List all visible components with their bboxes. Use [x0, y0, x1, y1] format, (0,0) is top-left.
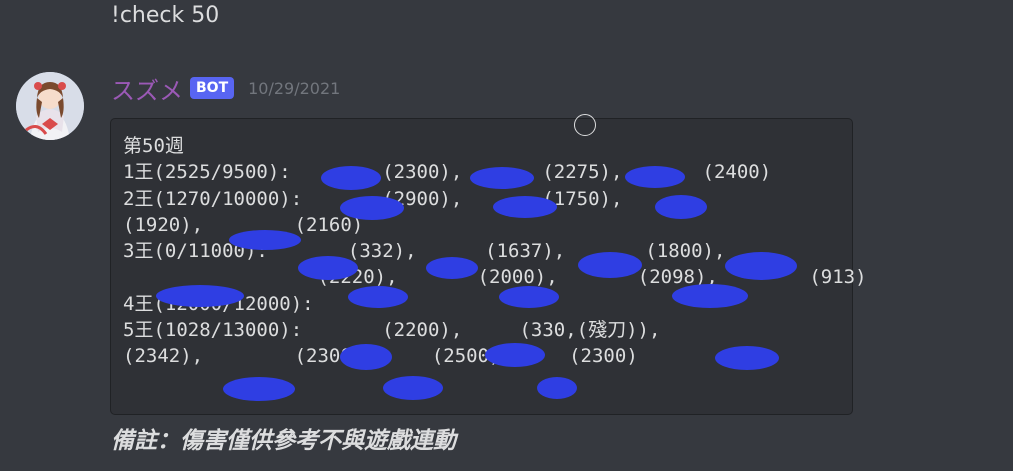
mouse-cursor-icon [574, 114, 596, 136]
footnote-text: 備註：傷害僅供參考不與遊戲連動 [111, 428, 456, 454]
code-line: (2342), (2300) (2500), (2300) [123, 345, 638, 368]
code-line: 4王(12000/12000): [123, 292, 314, 315]
code-line: 2王(1270/10000): (2900), (1750), [123, 187, 623, 210]
avatar[interactable] [16, 72, 84, 140]
message-header: スズメ BOT 10/29/2021 [111, 71, 341, 106]
code-line: 5王(1028/13000): (2200), (330,(殘刀)), [123, 319, 661, 342]
code-text: 第50週 1王(2525/9500): (2300), (2275), (240… [123, 133, 867, 370]
bot-badge: BOT [190, 77, 235, 99]
code-line: (1920), (2160) [123, 213, 364, 236]
code-line: 1王(2525/9500): (2300), (2275), (2400) [123, 161, 772, 184]
code-line: 3王(0/11000): (332), (1637), (1800), [123, 240, 726, 263]
code-block: 第50週 1王(2525/9500): (2300), (2275), (240… [110, 118, 867, 415]
author-name[interactable]: スズメ [111, 71, 183, 106]
avatar-icon [16, 72, 84, 140]
message-timestamp: 10/29/2021 [248, 78, 341, 98]
code-line: 第50週 [123, 135, 184, 157]
code-line: (2220), (2000), (2098), (913) [123, 266, 867, 289]
previous-message-text: !check 50 [111, 3, 220, 28]
